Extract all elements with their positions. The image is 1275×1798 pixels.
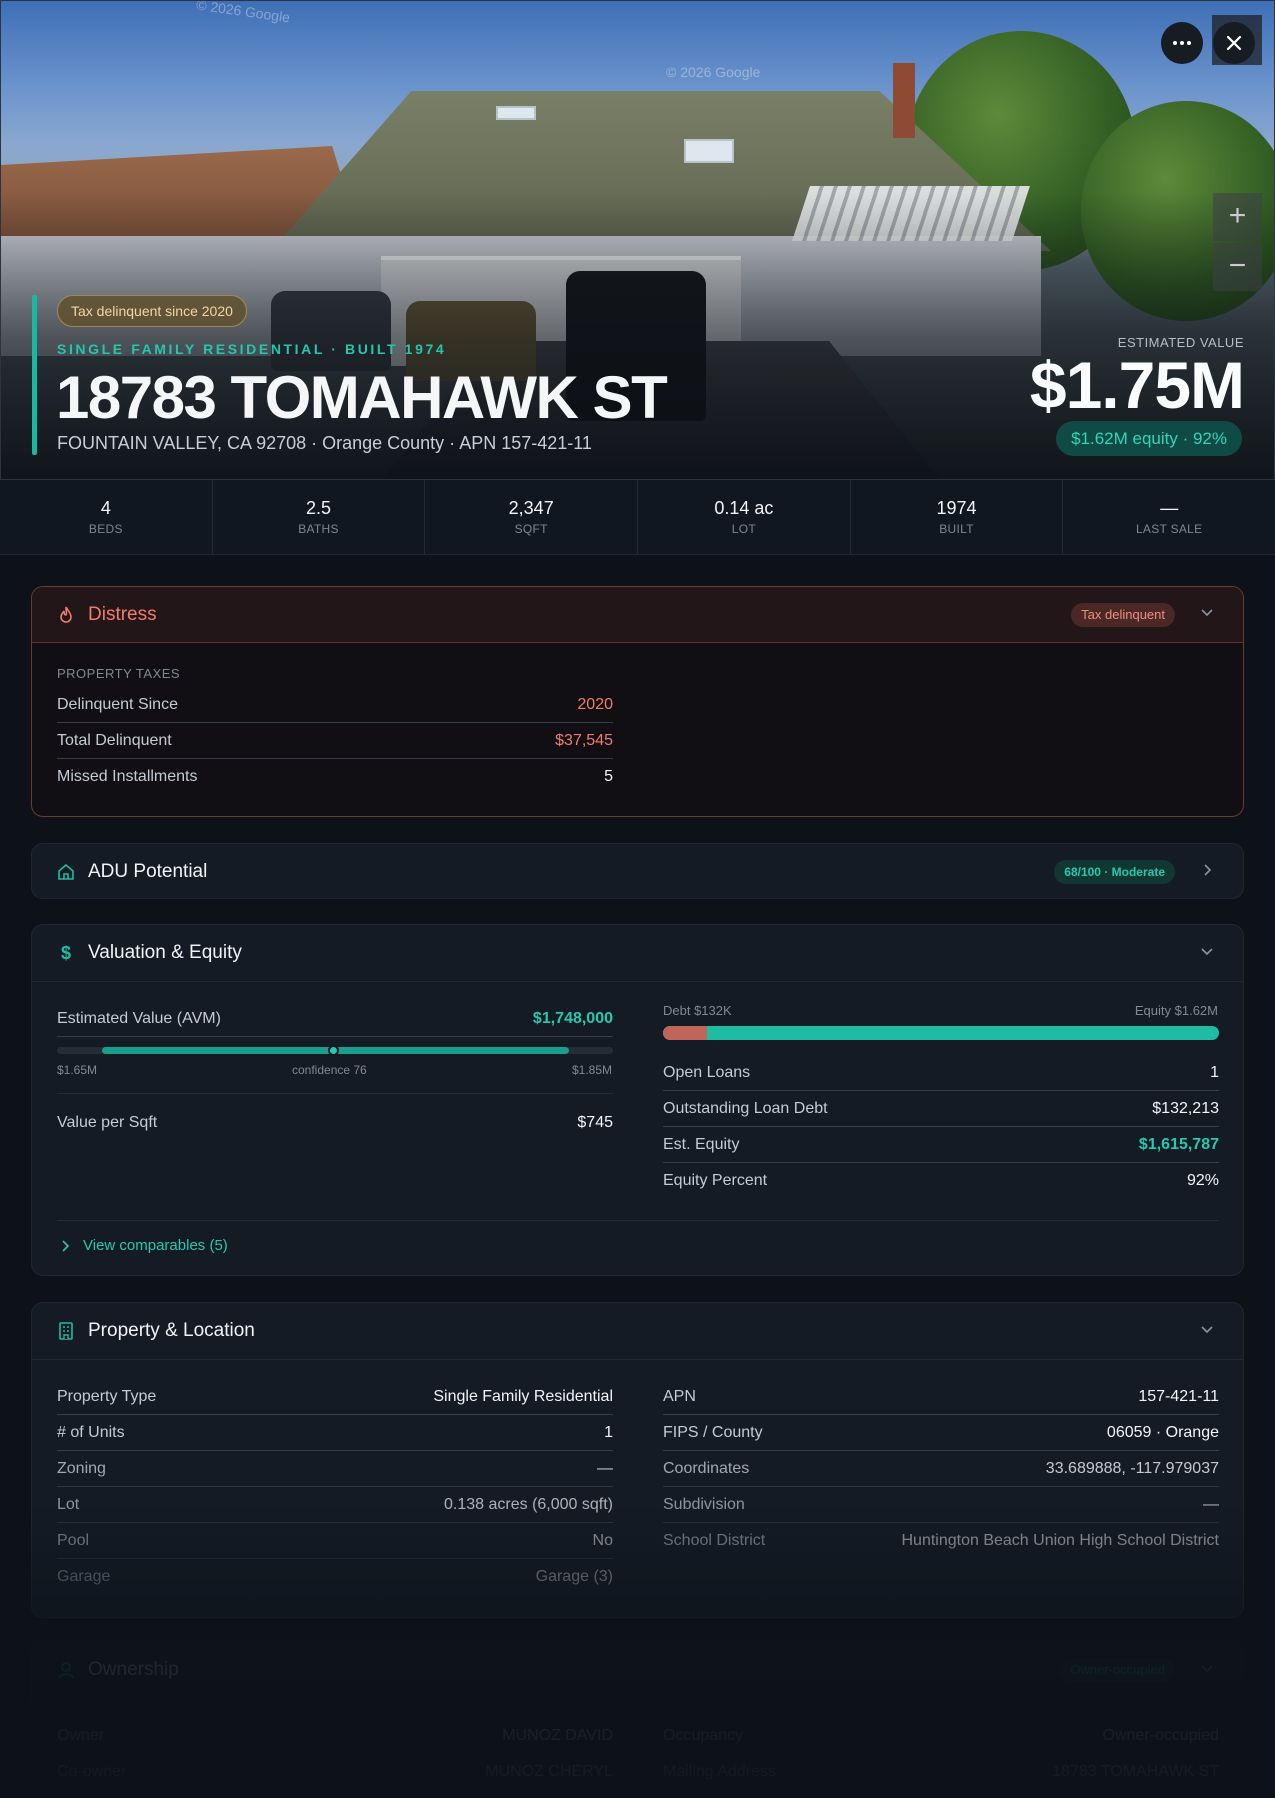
value-per-sqft-row: Value per Sqft $745 xyxy=(57,1114,613,1131)
stat-lot: 0.14 ac LOT xyxy=(638,480,851,554)
distress-row: Delinquent Since 2020 xyxy=(57,687,613,723)
adu-potential-card[interactable]: ADU Potential 68/100 · Moderate xyxy=(31,843,1244,899)
adu-header[interactable]: ADU Potential 68/100 · Moderate xyxy=(32,844,1243,898)
street-view-photo[interactable]: © 2026 Google © 2026 Google Tax delinque… xyxy=(0,0,1275,480)
loan-row: Est. Equity $1,615,787 xyxy=(663,1127,1219,1163)
adu-title: ADU Potential xyxy=(88,861,208,882)
loan-row: Open Loans 1 xyxy=(663,1055,1219,1091)
distress-row: Missed Installments 5 xyxy=(57,768,613,785)
stat-last-sale: — LAST SALE xyxy=(1135,498,1203,536)
location-row: Subdivision — xyxy=(663,1487,1219,1523)
avm-confidence-marker xyxy=(328,1045,339,1056)
occupancy-badge: Owner-occupied xyxy=(1060,1658,1175,1682)
property-row: Garage Garage (3) xyxy=(57,1568,613,1585)
property-header[interactable]: Property & Location xyxy=(32,1303,1243,1359)
stat-built: 1974 BUILT xyxy=(851,480,1064,554)
debt-segment xyxy=(663,1026,708,1040)
ownership-title: Ownership xyxy=(88,1659,179,1680)
close-icon xyxy=(1226,35,1242,51)
location-row: School District Huntington Beach Union Hi… xyxy=(663,1532,1219,1549)
property-row: Property Type Single Family Residential xyxy=(57,1379,613,1415)
distress-card: Distress Tax delinquent PROPERTY TAXES D… xyxy=(31,586,1244,817)
stat-beds: 4 BEDS xyxy=(0,480,213,554)
property-location-card: Property & Location Property Type Single … xyxy=(31,1302,1244,1618)
view-comparables-link[interactable]: View comparables (5) xyxy=(57,1237,228,1254)
valuation-header[interactable]: $ Valuation & Equity xyxy=(32,925,1243,981)
property-stats-bar: 4 BEDS 2.5 BATHS 2,347 SQFT 0.14 ac LOT 1974… xyxy=(0,480,1275,555)
avm-range-high: $1.85M xyxy=(572,1063,613,1077)
tax-delinquent-badge: Tax delinquent since 2020 xyxy=(57,295,247,327)
ownership-row: Occupancy Owner-occupied xyxy=(663,1718,1219,1754)
ownership-row: Owner MUNOZ DAVID xyxy=(57,1718,613,1754)
property-subtitle: SINGLE FAMILY RESIDENTIAL · BUILT 1974 xyxy=(57,341,447,357)
stat-sqft: 2,347 SQFT xyxy=(425,480,639,554)
property-title: Property & Location xyxy=(88,1320,255,1341)
debt-label: Debt $132K xyxy=(663,1003,732,1018)
distress-status-badge: Tax delinquent xyxy=(1071,602,1175,627)
ownership-header[interactable]: Ownership Owner-occupied xyxy=(32,1642,1243,1698)
person-icon xyxy=(56,1660,76,1680)
property-taxes-label: PROPERTY TAXES xyxy=(57,666,181,681)
zoom-out-button[interactable]: − xyxy=(1213,243,1262,291)
more-options-button[interactable] xyxy=(1161,22,1203,64)
location-row: FIPS / County 06059 · Orange xyxy=(663,1415,1219,1451)
property-address-title: 18783 TOMAHAWK ST xyxy=(56,364,668,431)
zoom-in-button[interactable]: + xyxy=(1213,193,1262,241)
distress-header[interactable]: Distress Tax delinquent xyxy=(32,587,1243,643)
property-detail-panel: © 2026 Google © 2026 Google Tax delinque… xyxy=(0,0,1275,1798)
distress-title: Distress xyxy=(88,603,157,625)
accent-bar xyxy=(32,295,37,455)
chevron-down-icon[interactable] xyxy=(1199,1321,1215,1342)
property-row: Pool No xyxy=(57,1523,613,1559)
ownership-row: Mailing Address 18783 TOMAHAWK ST xyxy=(663,1763,1219,1780)
close-button[interactable] xyxy=(1213,22,1255,64)
avm-confidence: confidence 76 xyxy=(292,1063,367,1077)
chevron-down-icon[interactable] xyxy=(1199,943,1215,964)
adu-score-badge: 68/100 · Moderate xyxy=(1054,860,1175,884)
ownership-row: Co-owner MUNOZ CHERYL xyxy=(57,1763,613,1780)
equity-label: Equity $1.62M xyxy=(1134,1003,1218,1018)
estimated-value: $1.75M xyxy=(1029,348,1245,422)
valuation-title: Valuation & Equity xyxy=(88,942,242,963)
home-icon xyxy=(56,862,76,882)
loan-row: Equity Percent 92% xyxy=(663,1172,1219,1189)
avm-row: Estimated Value (AVM) $1,748,000 xyxy=(57,1001,613,1037)
distress-row: Total Delinquent $37,545 xyxy=(57,723,613,759)
location-row: APN 157-421-11 xyxy=(663,1379,1219,1415)
location-row: Coordinates 33.689888, -117.979037 xyxy=(663,1451,1219,1487)
equity-pill: $1.62M equity · 92% xyxy=(1056,421,1242,456)
ownership-card: Ownership Owner-occupied Owner MUNOZ DAVI… xyxy=(31,1641,1244,1798)
ellipsis-icon xyxy=(1173,41,1191,45)
property-location-line: FOUNTAIN VALLEY, CA 92708 · Orange Count… xyxy=(57,433,592,453)
building-icon xyxy=(56,1321,76,1341)
dollar-icon: $ xyxy=(60,943,71,963)
debt-equity-bar xyxy=(663,1026,1219,1040)
flame-icon xyxy=(56,605,76,625)
map-watermark: © 2026 Google xyxy=(666,64,761,80)
property-row: Zoning — xyxy=(57,1451,613,1487)
property-row: # of Units 1 xyxy=(57,1415,613,1451)
stat-baths: 2.5 BATHS xyxy=(213,480,426,554)
loan-row: Outstanding Loan Debt $132,213 xyxy=(663,1091,1219,1127)
chevron-down-icon[interactable] xyxy=(1199,1660,1215,1681)
valuation-equity-card: $ Valuation & Equity Estimated Value (AV… xyxy=(31,924,1244,1276)
chevron-right-icon xyxy=(62,1239,70,1252)
chevron-right-icon[interactable] xyxy=(1199,862,1215,883)
property-row: Lot 0.138 acres (6,000 sqft) xyxy=(57,1487,613,1523)
chevron-down-icon[interactable] xyxy=(1199,604,1215,625)
avm-range-low: $1.65M xyxy=(57,1063,98,1077)
